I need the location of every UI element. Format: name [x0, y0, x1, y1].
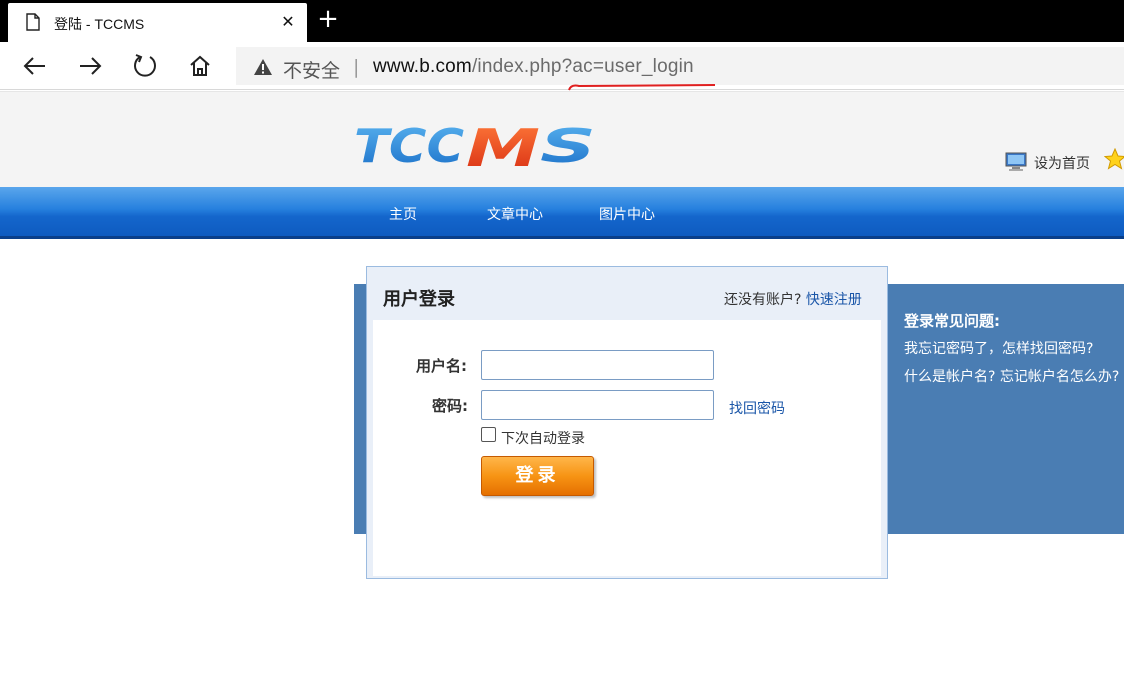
login-box: 用户登录 还没有账户? 快速注册	[366, 266, 888, 579]
username-label: 用户名:	[416, 357, 467, 375]
back-arrow-icon[interactable]	[21, 52, 49, 80]
faq-title: 登录常见问题:	[904, 312, 1000, 330]
set-home-label[interactable]: 设为首页	[1034, 153, 1090, 173]
username-input[interactable]	[481, 350, 714, 380]
forward-arrow-icon[interactable]	[76, 52, 104, 80]
url-path: /index.php?ac=user_login	[471, 56, 694, 77]
login-title: 用户登录	[383, 289, 455, 310]
remember-me-label[interactable]: 下次自动登录	[501, 428, 585, 448]
svg-text:S: S	[540, 119, 596, 173]
star-icon[interactable]	[1104, 148, 1124, 170]
address-separator: |	[353, 56, 360, 78]
password-label: 密码:	[432, 397, 468, 415]
register-link[interactable]: 快速注册	[806, 292, 862, 308]
computer-icon	[1005, 152, 1027, 171]
forgot-password-link[interactable]: 找回密码	[729, 398, 785, 418]
nav-item-home[interactable]: 主页	[389, 204, 417, 224]
browser-tab[interactable]: 登陆 - TCCMS ✕	[8, 3, 307, 42]
browser-toolbar: 不安全 | www.b.com/index.php?ac=user_login	[0, 42, 1124, 91]
login-header: 用户登录 还没有账户? 快速注册	[367, 267, 887, 319]
no-account-text: 还没有账户?	[724, 292, 802, 308]
login-button[interactable]: 登录	[481, 456, 594, 496]
warning-icon[interactable]	[253, 58, 273, 76]
remember-me-checkbox[interactable]	[481, 427, 496, 442]
new-tab-icon[interactable]: +	[314, 6, 342, 34]
site-header: TCC M S 设为首页	[0, 91, 1124, 187]
address-bar[interactable]: 不安全 | www.b.com/index.php?ac=user_login	[236, 47, 1124, 91]
faq-item-forgot-password[interactable]: 我忘记密码了，怎样找回密码?	[904, 338, 1093, 358]
refresh-icon[interactable]	[131, 52, 159, 80]
url-text[interactable]: www.b.com/index.php?ac=user_login	[373, 56, 694, 78]
tccms-logo[interactable]: TCC M S	[354, 114, 602, 174]
close-tab-icon[interactable]: ✕	[278, 12, 298, 32]
security-label[interactable]: 不安全	[283, 56, 340, 83]
no-account-prompt: 还没有账户? 快速注册	[724, 289, 862, 309]
main-nav-bar: 主页 文章中心 图片中心	[0, 187, 1124, 239]
tab-title: 登陆 - TCCMS	[54, 16, 145, 32]
faq-item-account-name[interactable]: 什么是帐户名? 忘记帐户名怎么办?	[904, 366, 1119, 386]
home-icon[interactable]	[186, 52, 214, 80]
password-input[interactable]	[481, 390, 714, 420]
document-icon	[26, 13, 40, 31]
browser-tab-bar: 登陆 - TCCMS ✕ +	[0, 0, 1124, 42]
nav-item-articles[interactable]: 文章中心	[487, 204, 543, 224]
svg-text:M: M	[466, 119, 540, 174]
svg-text:TCC: TCC	[354, 119, 464, 173]
nav-item-images[interactable]: 图片中心	[599, 204, 655, 224]
url-host: www.b.com	[373, 56, 472, 77]
